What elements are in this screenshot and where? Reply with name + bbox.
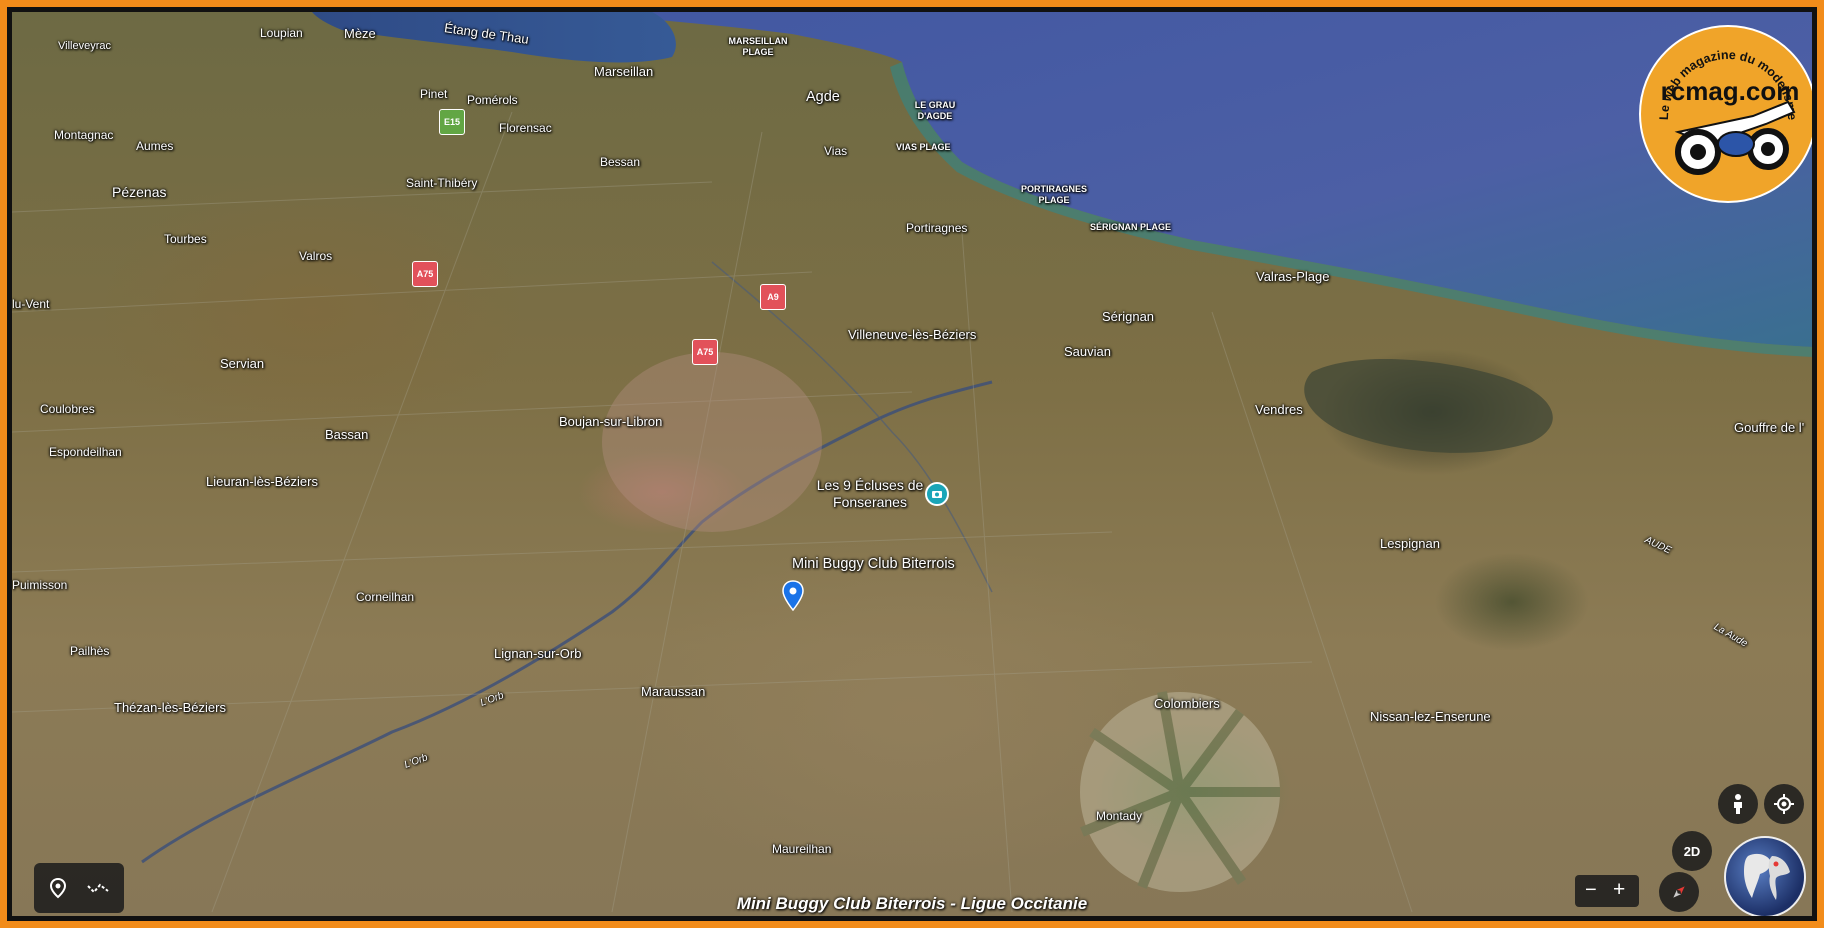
rcmag-logo: Le web magazine du modelisme rcmag.com [1639,25,1812,203]
road-shield-a9[interactable]: A9 [760,284,786,310]
place-label: Marseillan [594,64,654,79]
place-label: Aumes [136,139,174,153]
place-label: Boujan-sur-Libron [559,414,663,429]
place-label: Puimisson [12,578,68,592]
marker-label[interactable]: Mini Buggy Club Biterrois [792,556,955,572]
place-label: Espondeilhan [49,445,122,459]
place-label: SÉRIGNAN PLAGE [1090,222,1172,232]
place-label: Vendres [1255,402,1303,417]
place-label: Montagnac [54,128,114,142]
place-label: Lespignan [1380,536,1440,551]
road-shield-a75[interactable]: A75 [692,339,718,365]
my-location-icon[interactable] [1764,784,1804,824]
place-label: Coulobres [40,402,95,416]
place-label: Gouffre de l' [1734,420,1805,435]
place-label: Mèze [344,26,376,41]
2d-toggle-button[interactable]: 2D [1672,831,1712,871]
location-marker-icon[interactable] [781,580,805,612]
street-view-pegman-icon[interactable] [1718,784,1758,824]
place-label: Valras-Plage [1256,269,1330,284]
place-label: Pomérols [467,93,518,107]
logo-site: rcmag.com [1661,76,1800,106]
place-label: Nissan-lez-Enserune [1370,709,1491,724]
satellite-map[interactable]: Loupian Mèze Étang de Thau MARSEILLAN PL… [12,12,1812,916]
place-label: Florensac [499,121,552,135]
montady-radial-fields [1080,691,1280,892]
place-label: Pailhès [70,644,110,658]
place-label: Colombiers [1154,696,1220,711]
place-label: Pézenas [112,184,167,200]
place-label: Villeveyrac [58,40,111,52]
place-label: Lieuran-lès-Béziers [206,474,318,489]
poi-label[interactable]: Les 9 Écluses de Fonseranes [816,477,924,511]
place-label: Maraussan [641,684,706,699]
place-label: Maureilhan [772,842,832,856]
map-frame: Loupian Mèze Étang de Thau MARSEILLAN PL… [7,7,1817,921]
place-label: Montady [1096,809,1143,823]
place-label: Pinet [420,87,448,101]
mediterranean-sea [572,12,1812,347]
place-label: Sauvian [1064,344,1111,359]
place-label: Bassan [325,427,369,442]
place-label: Lignan-sur-Orb [494,646,582,661]
place-label: Bessan [600,155,641,169]
place-label: MARSEILLAN PLAGE [728,36,788,57]
place-label: Vias [824,144,848,158]
beziers-urban-area [602,352,822,532]
place-label: Servian [220,356,265,371]
place-label: Tourbes [164,232,207,246]
place-label: PORTIRAGNES PLAGE [1020,184,1087,205]
place-label: lu-Vent [12,297,50,311]
place-label: Saint-Thibéry [406,176,478,190]
place-label: VIAS PLAGE [896,142,951,152]
place-label: Agde [806,89,840,105]
place-label: LE GRAU D'AGDE [914,100,956,121]
orb-river [141,380,993,864]
place-label: Corneilhan [356,590,415,604]
road-shield-e15[interactable]: E15 [439,109,465,135]
camera-poi-icon[interactable] [925,482,949,506]
place-label: Villeneuve-lès-Béziers [848,327,977,342]
road-shield-a75[interactable]: A75 [412,261,438,287]
place-label: Loupian [260,26,303,40]
dark-etang [1304,359,1553,453]
place-label: Portiragnes [906,221,968,235]
place-label: Thézan-lès-Béziers [114,700,226,715]
place-label: Valros [299,249,333,263]
footer-title: Mini Buggy Club Biterrois - Ligue Occita… [736,894,1088,913]
place-label: Sérignan [1102,309,1155,324]
